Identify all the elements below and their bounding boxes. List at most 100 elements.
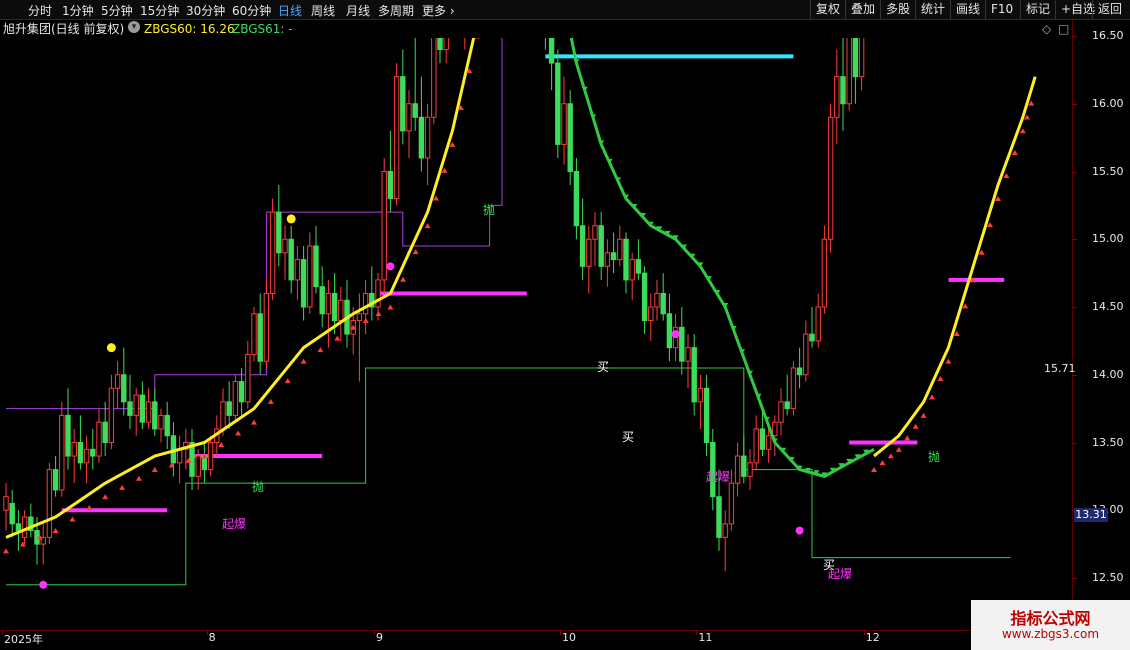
toolbar: 分时 1分钟 5分钟 15分钟 30分钟 60分钟 日线 周线 月线 多周期 更多 › 复权 叠加多… [0, 0, 1130, 20]
up-arrow-icon [135, 475, 142, 481]
date-tick-label: 10 [562, 631, 576, 644]
candle-body [145, 401, 152, 423]
date-tick-label: 11 [698, 631, 713, 644]
up-arrow-icon [375, 310, 382, 316]
watermark-url: www.zbgs3.com [1001, 627, 1100, 641]
candle-body [83, 448, 90, 464]
period-tab[interactable]: 月线 [346, 2, 370, 19]
price-axis[interactable] [1072, 20, 1130, 630]
toolbar-button[interactable]: 叠加 [845, 0, 880, 19]
candle-body [821, 238, 828, 308]
price-tick-label: 14.00 [1092, 367, 1124, 381]
up-arrow-icon [52, 528, 59, 534]
candle-body [846, 38, 852, 105]
period-tab[interactable]: 分时 [28, 2, 52, 19]
up-arrow-icon [945, 358, 952, 364]
settings-gear-icon[interactable]: ▾ [128, 21, 140, 33]
period-tab[interactable]: 1分钟 [62, 2, 94, 19]
more-button[interactable]: 更多 › [422, 2, 455, 19]
up-arrow-icon [879, 460, 886, 466]
period-tab[interactable]: 15分钟 [140, 2, 179, 19]
breakout-dot-icon [671, 330, 680, 339]
candle-body [604, 252, 611, 267]
candle-body [59, 414, 65, 491]
sell-signal-label: 抛 [252, 480, 265, 494]
breakout-signal-label: 起爆 [706, 470, 731, 484]
price-tick-mark [1072, 103, 1077, 105]
candle-body [319, 286, 325, 315]
candle-body [579, 225, 586, 267]
price-tick-label: 15.00 [1092, 232, 1124, 246]
yellow-trend-line [873, 76, 1037, 458]
toolbar-button[interactable]: 返回 [1092, 0, 1127, 19]
period-tab[interactable]: 日线 [278, 2, 302, 19]
candle-body [65, 414, 71, 457]
candle-body [158, 414, 164, 430]
candle-body [375, 279, 381, 308]
candle-body [121, 374, 127, 403]
price-tick-label: 13.50 [1092, 435, 1124, 449]
candle-body [77, 442, 84, 464]
candle-body [257, 313, 263, 362]
candle-body [561, 103, 567, 145]
candle-body [548, 38, 555, 64]
toolbar-button[interactable]: 统计 [915, 0, 950, 19]
candle-body [356, 313, 363, 322]
price-tick-mark [1072, 307, 1077, 308]
candle-body [418, 116, 425, 159]
up-arrow-icon [69, 516, 76, 522]
candle-body [15, 523, 22, 532]
up-arrow-icon [1011, 149, 1018, 155]
period-tab[interactable]: 周线 [311, 2, 335, 19]
price-tick-label: 16.50 [1092, 29, 1124, 42]
period-tab[interactable]: 5分钟 [101, 2, 133, 19]
candle-body [21, 516, 28, 538]
toolbar-button[interactable]: 标记 [1020, 0, 1055, 19]
buy-signal-label: 买 [622, 430, 635, 444]
toolbar-button[interactable]: 复权 [810, 0, 845, 19]
toolbar-button[interactable]: F10 [985, 0, 1018, 19]
watermark: 指标公式网 www.zbgs3.com [971, 600, 1130, 650]
last-value-label: 15.71 [1044, 362, 1076, 375]
period-tab[interactable]: 60分钟 [232, 2, 271, 19]
candle-body [796, 367, 803, 376]
period-tab[interactable]: 30分钟 [186, 2, 225, 19]
candle-body [784, 401, 790, 410]
candle-body [325, 292, 332, 315]
candle-body [703, 387, 710, 443]
kline-chart[interactable] [0, 38, 1072, 630]
candle-body [660, 292, 666, 315]
candle-body [592, 225, 598, 240]
up-arrow-icon [251, 419, 257, 425]
toolbar-button[interactable]: 画线 [950, 0, 985, 19]
candle-body [772, 421, 778, 437]
candle-body [765, 435, 772, 450]
time-axis-line [0, 630, 1072, 631]
up-arrow-icon [300, 358, 307, 364]
breakout-dot-icon [795, 526, 804, 535]
candle-body [753, 428, 759, 464]
candle-body [362, 292, 369, 315]
toolbar-button[interactable]: 多股 [880, 0, 915, 19]
up-arrow-icon [102, 494, 109, 500]
stock-name: 旭升集团(日线 前复权) [3, 22, 125, 36]
candle-body [827, 116, 834, 240]
candle-body [648, 306, 654, 322]
date-tick-label: 8 [208, 631, 216, 644]
candle-body [282, 238, 288, 254]
candle-body [623, 238, 629, 281]
candle-body [809, 333, 815, 342]
period-tab[interactable]: 多周期 [378, 2, 414, 19]
diamond-icon[interactable]: ◇ [1042, 20, 1051, 38]
candle-body [331, 292, 338, 322]
down-arrow-icon [598, 140, 605, 146]
buy-signal-label: 买 [597, 360, 610, 374]
up-arrow-icon [887, 453, 894, 459]
candle-body [207, 442, 214, 471]
candle-body [400, 76, 406, 132]
candle-body [679, 326, 685, 362]
candle-body [815, 306, 821, 342]
restore-icon[interactable]: □ [1058, 20, 1069, 38]
candle-body [691, 347, 697, 403]
candle-body [629, 259, 635, 281]
